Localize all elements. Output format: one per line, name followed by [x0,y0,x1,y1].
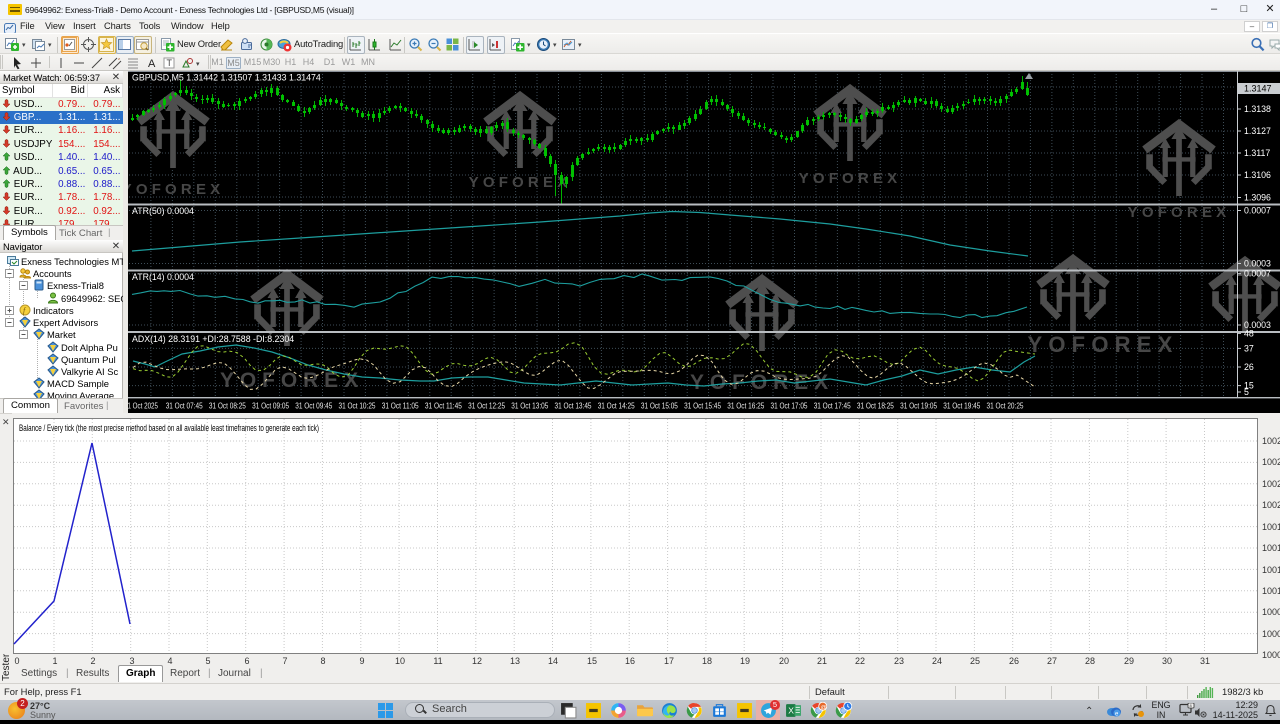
svg-text:31 Oct 09:45: 31 Oct 09:45 [295,401,332,411]
svg-text:31 Oct 2025: 31 Oct 2025 [128,401,158,411]
svg-text:31 Oct 15:45: 31 Oct 15:45 [684,401,721,411]
svg-text:31 Oct 16:25: 31 Oct 16:25 [727,401,764,411]
svg-text:31 Oct 11:45: 31 Oct 11:45 [425,401,462,411]
svg-text:0.0007: 0.0007 [1244,269,1271,279]
svg-text:GBPUSD,M5 1.31442 1.31507 1.3: GBPUSD,M5 1.31442 1.31507 1.31433 1.3147… [132,73,321,83]
svg-text:1.3147: 1.3147 [1244,84,1272,94]
svg-text:ADX(14) 28.3191 +DI:28.7588 -D: ADX(14) 28.3191 +DI:28.7588 -DI:8.2304 [132,334,294,344]
svg-text:Balance / Every tick (the most: Balance / Every tick (the most precise m… [19,423,319,433]
svg-text:1.3117: 1.3117 [1244,148,1270,158]
svg-text:A: A [148,58,156,70]
svg-text:YOFOREX: YOFOREX [220,369,364,392]
svg-text:31 Oct 09:05: 31 Oct 09:05 [252,401,289,411]
svg-text:31 Oct 15:05: 31 Oct 15:05 [641,401,678,411]
svg-text:1.3096: 1.3096 [1244,193,1271,203]
svg-text:1.3138: 1.3138 [1244,104,1271,114]
svg-text:31 Oct 10:25: 31 Oct 10:25 [339,401,376,411]
svg-text:5: 5 [1244,387,1249,397]
svg-text:31 Oct 19:05: 31 Oct 19:05 [900,401,937,411]
svg-text:31 Oct 19:45: 31 Oct 19:45 [943,401,980,411]
svg-text:31 Oct 11:05: 31 Oct 11:05 [382,401,419,411]
svg-text:31 Oct 17:45: 31 Oct 17:45 [814,401,851,411]
svg-text:31 Oct 17:05: 31 Oct 17:05 [771,401,808,411]
svg-text:YOFOREX: YOFOREX [1028,332,1179,357]
svg-text:YOFOREX: YOFOREX [1128,204,1231,221]
svg-text:YOFOREX: YOFOREX [799,170,902,187]
svg-text:31 Oct 13:45: 31 Oct 13:45 [555,401,592,411]
svg-text:X: X [788,705,794,715]
svg-text:ATR(14) 0.0004: ATR(14) 0.0004 [132,272,194,282]
svg-text:26: 26 [1244,362,1254,372]
svg-text:31 Oct 13:05: 31 Oct 13:05 [511,401,548,411]
svg-text:0.0003: 0.0003 [1244,259,1271,269]
svg-text:31 Oct 14:25: 31 Oct 14:25 [598,401,635,411]
svg-text:31 Oct 12:25: 31 Oct 12:25 [468,401,505,411]
svg-text:T: T [167,58,173,68]
svg-text:31 Oct 20:25: 31 Oct 20:25 [987,401,1024,411]
svg-text:@: @ [821,704,827,710]
svg-text:31 Oct 18:25: 31 Oct 18:25 [857,401,894,411]
svg-text:0.0007: 0.0007 [1244,206,1271,216]
svg-text:48: 48 [1244,328,1254,338]
svg-text:1.3127: 1.3127 [1244,126,1271,136]
svg-text:YOFOREX: YOFOREX [128,181,224,198]
svg-text:1.3106: 1.3106 [1244,170,1271,180]
svg-text:31 Oct 08:25: 31 Oct 08:25 [209,401,246,411]
svg-text:31 Oct 07:45: 31 Oct 07:45 [166,401,203,411]
svg-text:37: 37 [1244,343,1254,353]
svg-text:ATR(50) 0.0004: ATR(50) 0.0004 [132,206,194,216]
